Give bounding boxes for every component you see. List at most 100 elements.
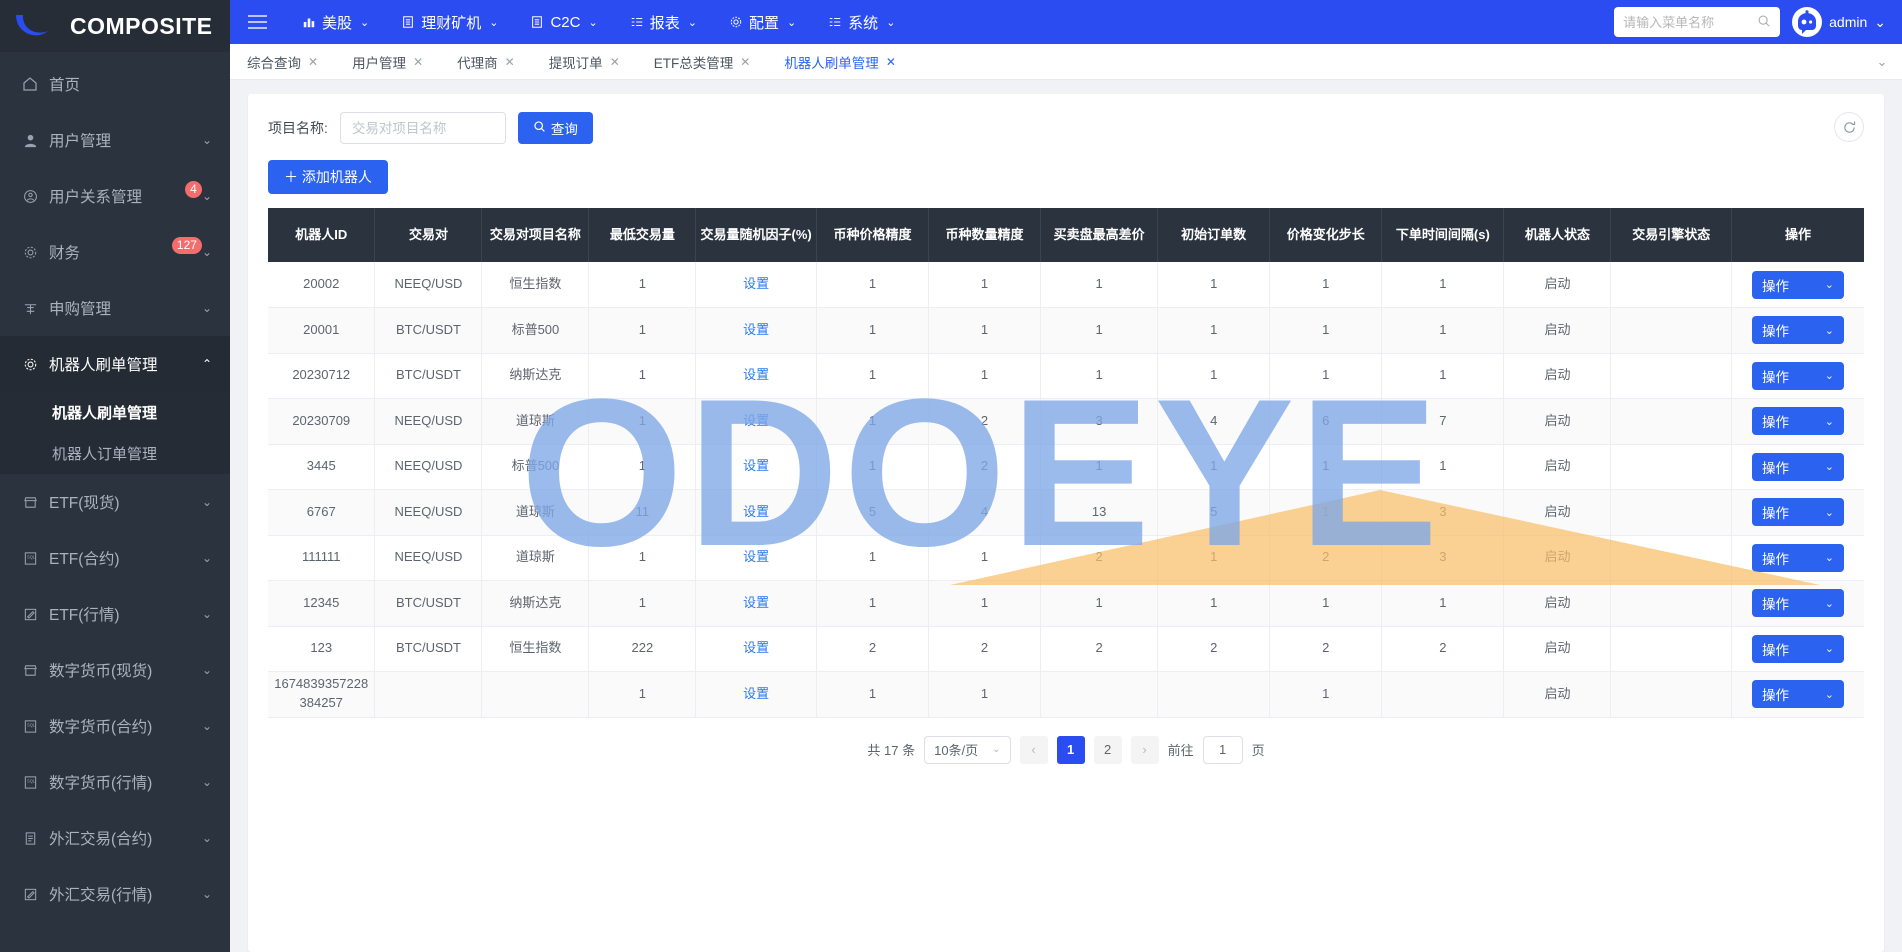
settings-link[interactable]: 设置	[743, 595, 769, 610]
page-button-1[interactable]: 1	[1056, 735, 1085, 764]
tab-overflow-chevron-down-icon[interactable]: ⌄	[1862, 44, 1902, 80]
add-robot-button[interactable]: ＋ 添加机器人	[268, 160, 388, 194]
sidebar-item-etf-spot[interactable]: ETF(现货) ⌄	[0, 474, 230, 530]
prev-page-button[interactable]: ‹	[1019, 735, 1048, 764]
jump-page-input[interactable]	[1202, 735, 1243, 764]
topmenu-item-system[interactable]: 系统 ⌄	[814, 0, 909, 44]
close-icon[interactable]: ✕	[886, 55, 896, 69]
menu-collapse-icon[interactable]	[240, 5, 274, 39]
operation-button[interactable]: 操作 ⌄	[1752, 589, 1844, 618]
cell-project-name: 恒生指数	[481, 262, 590, 308]
close-icon[interactable]: ✕	[610, 55, 620, 69]
query-button[interactable]: 查询	[517, 112, 593, 144]
sidebar-item-subscription-management[interactable]: 申购管理 ⌄	[0, 280, 230, 336]
sidebar-subitem-robot-order-management[interactable]: 机器人订单管理	[0, 433, 230, 474]
sidebar-item-forex-contract[interactable]: 外汇交易(合约) ⌄	[0, 810, 230, 866]
settings-link[interactable]: 设置	[743, 276, 769, 291]
settings-link[interactable]: 设置	[743, 504, 769, 519]
cell-volume-random-factor[interactable]: 设置	[695, 489, 817, 536]
operation-button[interactable]: 操作 ⌄	[1752, 634, 1844, 663]
close-icon[interactable]: ✕	[505, 55, 515, 69]
cell-project-name: 标普500	[481, 444, 590, 490]
cell-volume-random-factor[interactable]: 设置	[695, 671, 817, 718]
cell-min-volume: 11	[588, 489, 697, 536]
cell-max-spread: 1	[1040, 307, 1159, 354]
page-button-2[interactable]: 2	[1093, 735, 1122, 764]
sidebar-item-crypto-quotes[interactable]: SQL 数字货币(行情) ⌄	[0, 754, 230, 810]
cell-volume-random-factor[interactable]: 设置	[695, 307, 817, 354]
sidebar-item-home[interactable]: 首页	[0, 56, 230, 112]
chevron-down-icon: ⌄	[201, 133, 212, 147]
table-row: 12345 BTC/USDT 纳斯达克 1 设置 1 1 1 1 1 1 启动 操作 ⌄	[268, 580, 1864, 627]
cell-volume-random-factor[interactable]: 设置	[695, 535, 817, 581]
operation-button[interactable]: 操作 ⌄	[1752, 680, 1844, 709]
operation-button[interactable]: 操作 ⌄	[1752, 452, 1844, 481]
settings-link[interactable]: 设置	[743, 458, 769, 473]
operation-button[interactable]: 操作 ⌄	[1752, 407, 1844, 436]
operation-button[interactable]: 操作 ⌄	[1752, 543, 1844, 572]
cell-volume-random-factor[interactable]: 设置	[695, 398, 817, 445]
tab-user-management[interactable]: 用户管理 ✕	[335, 44, 440, 80]
operation-button[interactable]: 操作 ⌄	[1752, 270, 1844, 299]
cell-volume-random-factor[interactable]: 设置	[695, 626, 817, 672]
settings-link[interactable]: 设置	[743, 549, 769, 564]
sidebar-item-etf-quotes[interactable]: ETF(行情) ⌄	[0, 586, 230, 642]
close-icon[interactable]: ✕	[413, 55, 423, 69]
settings-link[interactable]: 设置	[743, 413, 769, 428]
topbar: 美股 ⌄ 理财矿机 ⌄ C2C ⌄ 报表 ⌄ 配置 ⌄ 系统 ⌄ 请输入菜单名称…	[230, 0, 1902, 44]
cell-price-step: 2	[1269, 535, 1383, 581]
tab-withdraw-orders[interactable]: 提现订单 ✕	[532, 44, 637, 80]
sidebar-item-robot-order-brush-management[interactable]: 机器人刷单管理 ⌃	[0, 336, 230, 392]
svg-text:SQL: SQL	[27, 722, 36, 727]
user-menu[interactable]: admin ⌄	[1792, 7, 1886, 37]
cell-volume-random-factor[interactable]: 设置	[695, 580, 817, 627]
topmenu-item-us-stocks[interactable]: 美股 ⌄	[288, 0, 383, 44]
sidebar-item-etf-contract[interactable]: SQL ETF(合约) ⌄	[0, 530, 230, 586]
cell-order-interval	[1381, 671, 1505, 718]
sidebar-item-crypto-contract[interactable]: SQL 数字货币(合约) ⌄	[0, 698, 230, 754]
settings-link[interactable]: 设置	[743, 640, 769, 655]
operation-button[interactable]: 操作 ⌄	[1752, 361, 1844, 390]
topmenu-item-label: 系统	[848, 14, 879, 32]
cell-volume-random-factor[interactable]: 设置	[695, 262, 817, 308]
project-name-input[interactable]	[339, 112, 506, 144]
operation-button[interactable]: 操作 ⌄	[1752, 316, 1844, 345]
search-input[interactable]	[1623, 14, 1758, 30]
content-area: 项目名称: 查询 ＋ 添加机器人	[230, 80, 1902, 952]
tab-comprehensive-query[interactable]: 综合查询 ✕	[230, 44, 335, 80]
settings-link[interactable]: 设置	[743, 322, 769, 337]
sidebar-item-user-management[interactable]: 用户管理 ⌄	[0, 112, 230, 168]
topmenu-item-wealth-miner[interactable]: 理财矿机 ⌄	[387, 0, 512, 44]
tab-agent[interactable]: 代理商 ✕	[440, 44, 532, 80]
cell-price-step: 6	[1269, 398, 1383, 445]
settings-link[interactable]: 设置	[743, 367, 769, 382]
chevron-down-icon: ⌄	[992, 744, 1001, 755]
topmenu-item-c2c[interactable]: C2C ⌄	[516, 0, 611, 44]
page-size-select[interactable]: 10条/页 ⌄	[924, 735, 1011, 764]
tab-strip: 综合查询 ✕ 用户管理 ✕ 代理商 ✕ 提现订单 ✕ ETF总类管理 ✕ 机器人…	[230, 44, 1902, 80]
topmenu-item-reports[interactable]: 报表 ⌄	[616, 0, 711, 44]
close-icon[interactable]: ✕	[740, 55, 750, 69]
col-initial-orders: 初始订单数	[1157, 208, 1271, 262]
tab-etf-category-management[interactable]: ETF总类管理 ✕	[637, 44, 768, 80]
menu-search-box[interactable]	[1614, 7, 1781, 37]
filter-bar: 项目名称: 查询	[268, 112, 1864, 144]
chevron-down-icon: ⌄	[687, 16, 697, 29]
tab-robot-brush-management[interactable]: 机器人刷单管理 ✕	[767, 44, 913, 80]
refresh-icon[interactable]	[1834, 112, 1864, 142]
sidebar-item-forex-quotes[interactable]: 外汇交易(行情) ⌄	[0, 866, 230, 922]
close-icon[interactable]: ✕	[308, 55, 318, 69]
sidebar-item-crypto-spot[interactable]: 数字货币(现货) ⌄	[0, 642, 230, 698]
cell-initial-orders: 1	[1157, 444, 1271, 490]
page-size-value: 10条/页	[934, 743, 979, 758]
cell-volume-random-factor[interactable]: 设置	[695, 444, 817, 490]
topmenu-item-config[interactable]: 配置 ⌄	[715, 0, 810, 44]
sidebar-item-finance[interactable]: 财务 127 ⌄	[0, 224, 230, 280]
settings-link[interactable]: 设置	[743, 686, 769, 701]
sidebar-item-user-relation-management[interactable]: 用户关系管理 4 ⌄	[0, 168, 230, 224]
sidebar-subitem-robot-brush-management[interactable]: 机器人刷单管理	[0, 392, 230, 433]
cell-volume-random-factor[interactable]: 设置	[695, 353, 817, 399]
next-page-button[interactable]: ›	[1130, 735, 1159, 764]
cell-min-volume: 222	[588, 626, 697, 672]
operation-button[interactable]: 操作 ⌄	[1752, 498, 1844, 527]
